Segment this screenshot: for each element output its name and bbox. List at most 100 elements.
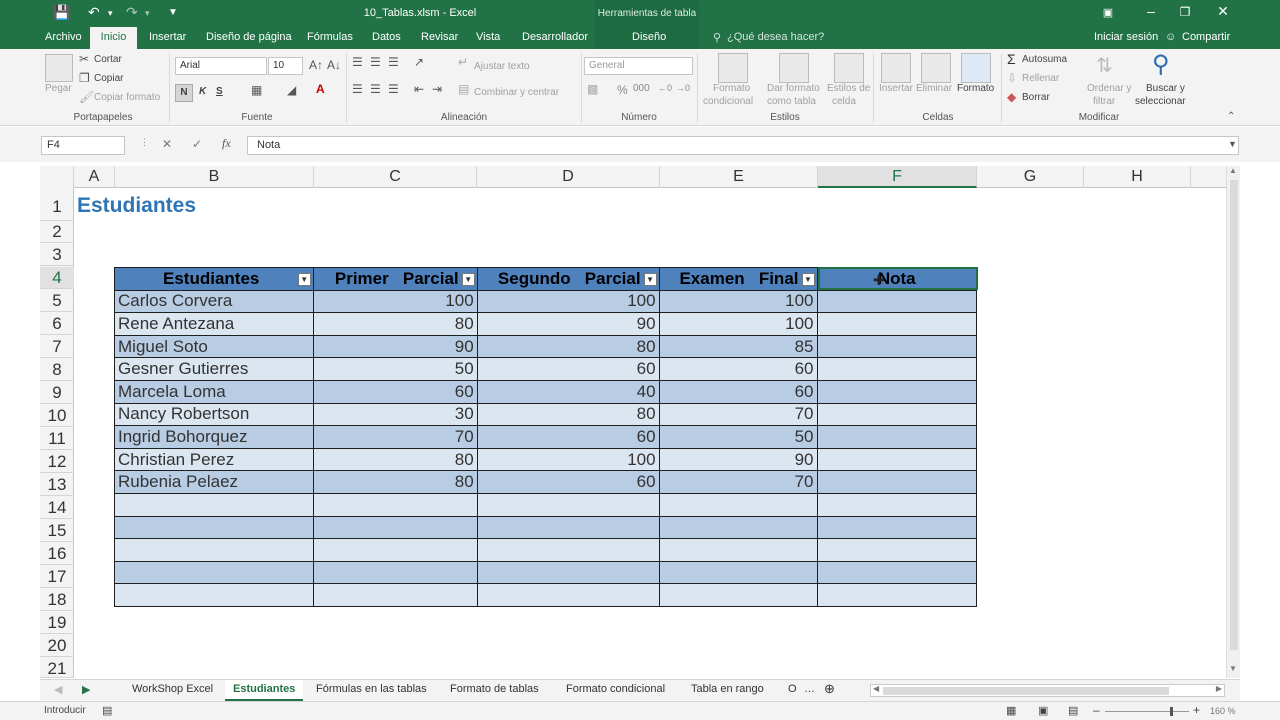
find-select-line1[interactable]: Buscar y — [1146, 83, 1185, 94]
cell-examen[interactable] — [658, 560, 818, 585]
cell-primer[interactable]: 80 — [312, 447, 478, 472]
number-format-select[interactable]: General — [584, 57, 693, 75]
zoom-slider-thumb[interactable] — [1170, 707, 1173, 716]
close-icon[interactable]: ✕ — [1208, 3, 1238, 20]
row-header[interactable]: 9 — [40, 382, 74, 404]
find-select-line2[interactable]: seleccionar — [1135, 96, 1186, 107]
merge-center-button[interactable]: Combinar y centrar — [474, 87, 559, 98]
ribbon-display-options-icon[interactable]: ▣ — [1093, 6, 1123, 19]
cut-button[interactable]: Cortar — [94, 54, 122, 65]
cell-examen[interactable]: 100 — [658, 289, 818, 314]
tab-vista[interactable]: Vista — [476, 31, 500, 43]
cell-nota[interactable] — [816, 538, 977, 562]
scroll-down-icon[interactable]: ▼ — [1229, 664, 1237, 673]
sheet-tab-active[interactable]: Estudiantes — [225, 680, 304, 701]
page-break-view-icon[interactable]: ▤ — [1068, 704, 1078, 717]
save-icon[interactable]: 💾 — [53, 4, 70, 21]
cell-student[interactable] — [114, 560, 314, 585]
currency-icon[interactable]: ▩ — [587, 82, 598, 96]
cell-student[interactable] — [114, 492, 314, 517]
row-header[interactable]: 2 — [40, 221, 74, 243]
cell-nota[interactable] — [816, 402, 977, 427]
sort-filter-line1[interactable]: Ordenar y — [1087, 83, 1131, 94]
cell-examen[interactable]: 60 — [658, 357, 818, 381]
vertical-scrollbar[interactable]: ▲ ▼ — [1226, 166, 1240, 678]
cell-examen[interactable]: 100 — [658, 312, 818, 336]
sign-in-link[interactable]: Iniciar sesión — [1094, 31, 1158, 43]
cell-segundo[interactable]: 40 — [476, 379, 660, 404]
tab-desarrollador[interactable]: Desarrollador — [522, 31, 588, 43]
insert-function-icon[interactable]: fx — [222, 136, 231, 151]
cell-nota[interactable] — [816, 379, 977, 404]
tell-me-search[interactable]: ¿Qué desea hacer? — [727, 31, 824, 43]
redo-dropdown-icon[interactable]: ▾ — [145, 8, 150, 19]
clear-button[interactable]: Borrar — [1022, 92, 1050, 103]
cell-primer[interactable]: 80 — [312, 470, 478, 494]
cell-nota[interactable] — [816, 470, 977, 494]
cell-primer[interactable]: 30 — [312, 402, 478, 427]
normal-view-icon[interactable]: ▦ — [1006, 704, 1016, 717]
autosum-button[interactable]: Autosuma — [1022, 54, 1067, 65]
sort-filter-line2[interactable]: filtrar — [1093, 96, 1115, 107]
cell-styles-line2[interactable]: celda — [832, 96, 856, 107]
cell-styles-icon[interactable] — [834, 53, 864, 83]
column-header-g[interactable]: G — [977, 166, 1084, 188]
cell-segundo[interactable] — [476, 492, 660, 517]
format-as-table-line1[interactable]: Dar formato — [767, 83, 820, 94]
cell-nota[interactable] — [816, 357, 977, 381]
cell-examen[interactable]: 50 — [658, 425, 818, 449]
undo-dropdown-icon[interactable]: ▾ — [108, 8, 113, 19]
align-right-icon[interactable]: ☰ — [388, 82, 399, 96]
sheet-tab[interactable]: O — [788, 683, 797, 695]
sort-filter-icon[interactable]: ⇅ — [1096, 53, 1113, 78]
cell-student[interactable]: Nancy Robertson — [114, 402, 314, 427]
cell-primer[interactable]: 80 — [312, 312, 478, 336]
cell-primer[interactable]: 50 — [312, 357, 478, 381]
cell-primer[interactable]: 60 — [312, 379, 478, 404]
cell-primer[interactable]: 100 — [312, 289, 478, 314]
cell-student[interactable]: Rene Antezana — [114, 312, 314, 336]
cell-nota[interactable] — [816, 560, 977, 585]
cell-student[interactable] — [114, 538, 314, 562]
minimize-icon[interactable]: – — [1136, 3, 1166, 19]
filter-dropdown-icon[interactable]: ▼ — [297, 273, 311, 286]
cell-segundo[interactable]: 60 — [476, 425, 660, 449]
format-as-table-icon[interactable] — [779, 53, 809, 83]
row-header[interactable]: 10 — [40, 405, 74, 427]
tab-archivo[interactable]: Archivo — [45, 31, 82, 43]
cell-segundo[interactable] — [476, 515, 660, 540]
bold-button[interactable]: N — [175, 84, 193, 102]
cell-segundo[interactable]: 90 — [476, 312, 660, 336]
column-header-f[interactable]: F — [818, 166, 977, 188]
find-icon[interactable]: ⚲ — [1152, 50, 1170, 79]
row-header[interactable]: 21 — [40, 658, 74, 678]
row-header[interactable]: 3 — [40, 244, 74, 266]
formula-input[interactable]: Nota — [247, 136, 1239, 155]
cell-examen[interactable] — [658, 538, 818, 562]
format-cells-button[interactable]: Formato — [957, 83, 994, 94]
row-header[interactable]: 1 — [40, 188, 74, 221]
cell-primer[interactable] — [312, 515, 478, 540]
header-estudiantes[interactable]: Estudiantes ▼ — [114, 267, 314, 291]
zoom-out-icon[interactable]: – — [1093, 703, 1100, 717]
share-button[interactable]: Compartir — [1182, 31, 1230, 43]
conditional-format-line2[interactable]: condicional — [703, 96, 753, 107]
cell-examen[interactable]: 60 — [658, 379, 818, 404]
sheet-tab[interactable]: Formato de tablas — [450, 683, 539, 695]
row-header[interactable]: 6 — [40, 313, 74, 335]
insert-cells-button[interactable]: Insertar — [879, 83, 913, 94]
cell-student[interactable]: Carlos Corvera — [114, 289, 314, 314]
conditional-format-icon[interactable] — [718, 53, 748, 83]
cell-nota[interactable] — [816, 515, 977, 540]
cell-nota[interactable] — [816, 289, 977, 314]
cell-student[interactable]: Gesner Gutierres — [114, 357, 314, 381]
increase-indent-icon[interactable]: ⇥ — [432, 82, 442, 96]
cell-primer[interactable] — [312, 583, 478, 607]
cell-student[interactable]: Ingrid Bohorquez — [114, 425, 314, 449]
column-header-b[interactable]: B — [115, 166, 314, 188]
confirm-entry-icon[interactable]: ✓ — [192, 137, 202, 151]
vertical-scroll-thumb[interactable] — [1230, 180, 1238, 650]
cell-segundo[interactable]: 80 — [476, 334, 660, 359]
scroll-right-icon[interactable]: ▶ — [1216, 684, 1222, 693]
cell-segundo[interactable]: 60 — [476, 357, 660, 381]
